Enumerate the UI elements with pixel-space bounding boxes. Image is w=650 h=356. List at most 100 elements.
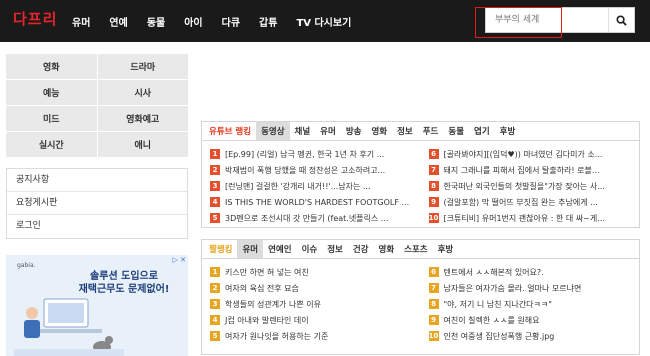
category-movie[interactable]: 영화 [6,54,97,79]
tab-info[interactable]: 정보 [322,240,348,258]
youtube-ranking-panel: 유튜브 랭킹 동영상 채널 유머 방송 영화 정보 푸드 동물 엽기 후방 1 [… [201,121,640,228]
ranking-item[interactable]: 6 [골라봐야지][(입덕♥)) 마녀였던 김다미가 소... [428,146,640,162]
category-variety[interactable]: 예능 [6,80,97,105]
ranking-item[interactable]: 5 3D펜으로 조선시대 갓 만들기 (feat.넷플릭스 ... [210,210,421,226]
tab-sports[interactable]: 스포츠 [399,240,432,258]
tab-rear[interactable]: 후방 [433,240,459,258]
main-nav: 유머 연예 동물 아이 다큐 갑튜 TV 다시보기 [72,0,370,42]
rank-number: 9 [428,197,439,207]
ad-illustration-icon [14,298,124,356]
category-us-drama[interactable]: 미드 [6,106,97,131]
tab-bizarre[interactable]: 엽기 [469,122,495,140]
ranking-item[interactable]: 6 텐트에서 ㅅㅅ해본적 있어요?. [428,264,640,280]
nav-item-documentary[interactable]: 다큐 [222,14,240,29]
rank-number: 7 [428,165,439,175]
ranking-item[interactable]: 9 (걸알포함) 막 떨어뜨 부짓집 완는 추남에게 ... [428,194,640,210]
rank-number: 5 [210,213,220,223]
ranking-item-title: 텐트에서 ㅅㅅ해본적 있어요?. [443,267,544,277]
ranking-item[interactable]: 7 돼지 그래니를 피해서 집에서 탈출하라! 로블... [428,162,640,178]
nav-item-tv-replay[interactable]: TV 다시보기 [296,14,351,29]
ranking-item-title: 3D펜으로 조선시대 갓 만들기 (feat.넷플릭스 ... [225,213,389,223]
nav-item-entertainment[interactable]: 연예 [109,14,127,29]
tab-animal[interactable]: 동물 [443,122,469,140]
side-item-notice[interactable]: 공지사항 [7,169,187,192]
ranking-item[interactable]: 8 "야, 저기 니 남친 지나간다ㅋㅋ" [428,296,640,312]
site-logo[interactable]: 다프리 [13,8,57,29]
tab-movie[interactable]: 영화 [366,122,392,140]
ranking-item[interactable]: 2 여자의 육심 전후 묘습 [210,280,421,296]
category-movie-trailer[interactable]: 영화예고 [97,106,188,131]
image-ranking-panel: 짤랭킹 유머 연예인 이슈 정보 건강 영화 스포츠 후방 1 키스만 하면 혀 … [201,239,640,355]
rank-number: 3 [210,181,220,191]
ranking-item-title: 남자들은 여자가슴 몰라. 얼마나 모르냐면 [443,283,582,293]
tab-rear[interactable]: 후방 [495,122,521,140]
ranking-item-title: IS THIS THE WORLD'S HARDEST FOOTGOLF ... [225,197,410,207]
tab-info[interactable]: 정보 [392,122,418,140]
category-current-affairs[interactable]: 시사 [97,80,188,105]
ad-banner[interactable]: gabia. ▷ ✕ 솔루션 도입으로 재택근무도 문제없어! [6,255,188,356]
nav-item-animals[interactable]: 동물 [147,14,165,29]
category-grid: 영화 드라마 예능 시사 미드 영화예고 실시간 애니 [6,54,188,157]
ad-logo: gabia. [17,262,36,269]
ranking-item[interactable]: 10 인천 여중생 집단성폭행 근황.jpg [428,328,640,344]
tab-movie[interactable]: 영화 [374,240,400,258]
rank-number: 8 [428,299,439,309]
ranking-item[interactable]: 2 박재범이 폭행 당했을 때 정찬성은 고소하려고... [210,162,421,178]
rank-number: 10 [428,213,439,223]
rank-number: 6 [428,267,439,277]
ranking-item[interactable]: 5 여자가 원나잇을 허용하는 기준 [210,328,421,344]
ranking-item-title: 한국떠난 외국인들의 첫발질을"가장 잦아는 사... [443,181,605,191]
side-item-login[interactable]: 로그인 [7,215,187,238]
ranking-item-title: [골라봐야지][(입덕♥)) 마녀였던 김다미가 소... [443,149,603,159]
rank-number: 7 [428,283,439,293]
tab-health[interactable]: 건강 [348,240,374,258]
nav-item-kids[interactable]: 아이 [184,14,202,29]
search-button[interactable] [608,8,634,32]
tab-broadcast[interactable]: 방송 [341,122,367,140]
tab-humor[interactable]: 유머 [237,240,264,258]
tab-humor[interactable]: 유머 [315,122,341,140]
side-menu: 공지사항 요청게시판 로그인 [6,168,188,239]
search-box [485,7,635,33]
nav-item-humor[interactable]: 유머 [72,14,90,29]
ranking-item[interactable]: 4 IS THIS THE WORLD'S HARDEST FOOTGOLF ..… [210,194,421,210]
ranking-item[interactable]: 1 키스만 하면 혀 넣는 여친 [210,264,421,280]
tab-video[interactable]: 동영상 [256,122,290,140]
tab-issue[interactable]: 이슈 [297,240,323,258]
ranking-item-title: 여친이 칠렉한 ㅅㅅ를 원해요 [443,315,540,325]
category-live[interactable]: 실시간 [6,132,97,157]
search-input[interactable] [486,8,608,32]
tab-channel[interactable]: 채널 [290,122,316,140]
rank-number: 1 [210,267,220,277]
rank-number: 3 [210,299,220,309]
ranking-item[interactable]: 1 [Ep.99] (리얼) 남극 펭귄, 한국 1년 차 후기 ... [210,146,421,162]
ranking-item-title: 여자의 육심 전후 묘습 [225,283,299,293]
rank-number: 6 [428,149,439,159]
ranking-item-title: 인천 여중생 집단성폭행 근황.jpg [443,331,555,341]
category-drama[interactable]: 드라마 [97,54,188,79]
tab-celebrity[interactable]: 연예인 [263,240,296,258]
category-anime[interactable]: 애니 [97,132,188,157]
ranking-item-title: [런닝맨] 걸걸한 '강개리 내거!!'...남자는 ... [225,181,371,191]
ranking-item[interactable]: 7 남자들은 여자가슴 몰라. 얼마나 모르냐면 [428,280,640,296]
ranking-item-title: 박재범이 폭행 당했을 때 정찬성은 고소하려고... [225,165,386,175]
ranking-item-title: 학생들의 성관계가 나쁜 이유 [225,299,321,309]
rank-number: 2 [210,283,220,293]
ranking-item[interactable]: 4 J컵 아내와 발렌타인 데이 [210,312,421,328]
ad-close-icon[interactable]: ▷ ✕ [173,256,186,264]
ranking-item[interactable]: 9 여친이 칠렉한 ㅅㅅ를 원해요 [428,312,640,328]
search-icon [616,14,627,26]
ranking-item[interactable]: 3 학생들의 성관계가 나쁜 이유 [210,296,421,312]
tab-food[interactable]: 푸드 [418,122,444,140]
top-header: 다프리 유머 연예 동물 아이 다큐 갑튜 TV 다시보기 [0,0,650,42]
rank-number: 5 [210,331,220,341]
ranking-item[interactable]: 3 [런닝맨] 걸걸한 '강개리 내거!!'...남자는 ... [210,178,421,194]
nav-item-gaptube[interactable]: 갑튜 [259,14,277,29]
ranking-item[interactable]: 10 [크튜티비] 유머1번지 괜찮아유 : 한 대 싸~게... [428,210,640,226]
ranking-item[interactable]: 8 한국떠난 외국인들의 첫발질을"가장 잦아는 사... [428,178,640,194]
image-ranking-title: 짤랭킹 [209,245,233,255]
side-item-request-board[interactable]: 요청게시판 [7,192,187,215]
rank-number: 8 [428,181,439,191]
ranking-item-title: "야, 저기 니 남친 지나간다ㅋㅋ" [443,299,552,309]
image-ranking-tabs: 짤랭킹 유머 연예인 이슈 정보 건강 영화 스포츠 후방 [202,240,639,259]
